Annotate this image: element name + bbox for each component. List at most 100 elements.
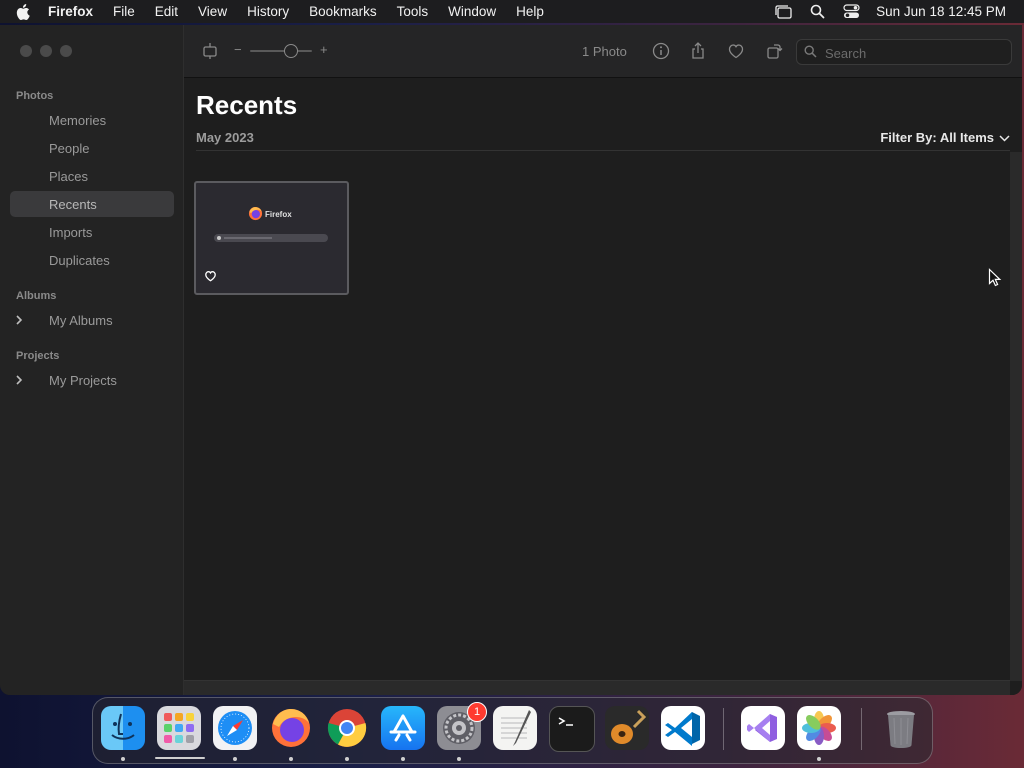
guitar-icon	[611, 709, 647, 744]
filter-label: Filter By: All Items	[880, 130, 994, 145]
vertical-scrollbar[interactable]	[1010, 152, 1022, 681]
favorite-heart-icon[interactable]	[726, 41, 746, 61]
thumbnail-heart-icon[interactable]	[204, 269, 217, 287]
menubar-clock[interactable]: Sun Jun 18 12:45 PM	[876, 4, 1006, 19]
page-title: Recents	[196, 90, 298, 120]
menu-view[interactable]: View	[198, 4, 227, 19]
window-controls	[20, 45, 72, 57]
photos-icon	[802, 711, 836, 745]
dock-chrome[interactable]	[325, 706, 369, 750]
dock-terminal[interactable]	[549, 706, 595, 752]
vscode-icon	[665, 712, 700, 746]
terminal-icon	[558, 717, 573, 726]
notification-badge: 1	[467, 702, 487, 722]
photo-thumbnail[interactable]: Firefox	[194, 181, 349, 295]
dock-garageband[interactable]	[605, 706, 649, 750]
dock-textedit[interactable]	[493, 706, 537, 750]
running-indicator	[817, 757, 821, 761]
sidebar-item-places[interactable]: Places	[10, 163, 174, 189]
control-center-icon[interactable]	[842, 4, 860, 20]
thumbnail-url-bar-text	[224, 237, 272, 239]
thumbnail-url-bar-icon	[217, 236, 221, 240]
sidebar-item-recents[interactable]: Recents	[10, 191, 174, 217]
sidebar-item-label: Recents	[49, 196, 97, 212]
mouse-pointer-icon	[988, 268, 1002, 293]
zoom-in-button[interactable]: +	[320, 42, 328, 57]
running-indicator	[457, 757, 461, 761]
zoom-out-button[interactable]: −	[234, 42, 242, 57]
chevron-right-icon[interactable]	[15, 374, 23, 389]
dock-safari[interactable]	[213, 706, 257, 750]
photo-count: 1 Photo	[582, 44, 627, 59]
sidebar-item-my-albums[interactable]: My Albums	[10, 307, 174, 333]
menu-edit[interactable]: Edit	[155, 4, 178, 19]
running-indicator	[121, 757, 125, 761]
sidebar-item-my-projects[interactable]: My Projects	[10, 367, 174, 393]
menu-tools[interactable]: Tools	[397, 4, 429, 19]
sidebar-item-label: My Albums	[49, 312, 113, 328]
sidebar-item-memories[interactable]: Memories	[10, 107, 174, 133]
search-input[interactable]	[823, 42, 1007, 64]
menu-file[interactable]: File	[113, 4, 135, 19]
date-section-header: May 2023	[196, 130, 254, 145]
dock-separator	[861, 708, 862, 750]
zoom-slider[interactable]	[250, 50, 312, 52]
finder-icon	[111, 713, 135, 740]
sidebar-item-label: Imports	[49, 224, 93, 240]
main-content: Recents May 2023 Filter By: All Items Fi…	[184, 78, 1022, 695]
share-icon[interactable]	[688, 41, 708, 61]
section-divider	[196, 150, 1010, 151]
sidebar-section-projects: Projects	[16, 350, 60, 362]
spotlight-search-icon[interactable]	[808, 4, 826, 20]
sidebar-item-people[interactable]: People	[10, 135, 174, 161]
zoom-slider-knob[interactable]	[284, 44, 298, 58]
sidebar-section-photos: Photos	[16, 90, 54, 102]
menu-app-name[interactable]: Firefox	[48, 4, 93, 19]
search-icon	[804, 45, 817, 63]
dock-separator	[723, 708, 724, 750]
trash-icon	[887, 711, 915, 748]
rotate-icon[interactable]	[200, 41, 220, 61]
dock-photos[interactable]	[797, 706, 841, 750]
dock-trash[interactable]	[879, 706, 923, 750]
dock-launchpad[interactable]	[157, 706, 201, 750]
dock-finder[interactable]	[101, 706, 145, 750]
firefox-icon	[272, 709, 310, 747]
chevron-down-icon	[999, 130, 1010, 145]
running-indicator	[401, 757, 405, 761]
thumbnail-url-bar	[214, 234, 328, 242]
menu-help[interactable]: Help	[516, 4, 544, 19]
running-indicator	[289, 757, 293, 761]
running-indicator	[345, 757, 349, 761]
minimize-window-button[interactable]	[40, 45, 52, 57]
chrome-icon	[327, 709, 367, 747]
menu-bar: Firefox File Edit View History Bookmarks…	[0, 0, 1024, 23]
filter-by-menu[interactable]: Filter By: All Items	[880, 130, 1010, 145]
sidebar: Photos Memories People Places Recents Im…	[0, 25, 184, 695]
info-icon[interactable]	[651, 41, 671, 61]
app-store-icon	[389, 714, 417, 742]
dock-visual-studio[interactable]	[741, 706, 785, 750]
sidebar-item-label: People	[49, 140, 90, 156]
rotate-photo-icon[interactable]	[764, 41, 784, 61]
close-window-button[interactable]	[20, 45, 32, 57]
sidebar-item-imports[interactable]: Imports	[10, 219, 174, 245]
zoom-window-button[interactable]	[60, 45, 72, 57]
sidebar-item-duplicates[interactable]: Duplicates	[10, 247, 174, 273]
menu-window[interactable]: Window	[448, 4, 496, 19]
menu-bookmarks[interactable]: Bookmarks	[309, 4, 377, 19]
dock-firefox[interactable]	[269, 706, 313, 750]
firefox-logo-icon	[248, 206, 263, 226]
photos-window: Photos Memories People Places Recents Im…	[0, 25, 1022, 695]
toolbar: − + 1 Photo	[184, 25, 1022, 78]
dock-app-store[interactable]	[381, 706, 425, 750]
running-indicator	[233, 757, 237, 761]
chevron-right-icon[interactable]	[15, 314, 23, 329]
apple-menu-icon[interactable]	[16, 3, 34, 21]
horizontal-scrollbar[interactable]	[184, 680, 1010, 695]
stage-manager-icon[interactable]	[774, 4, 792, 20]
textedit-icon	[501, 710, 531, 746]
dock-vscode[interactable]	[661, 706, 705, 750]
menu-history[interactable]: History	[247, 4, 289, 19]
search-field[interactable]	[796, 39, 1012, 65]
